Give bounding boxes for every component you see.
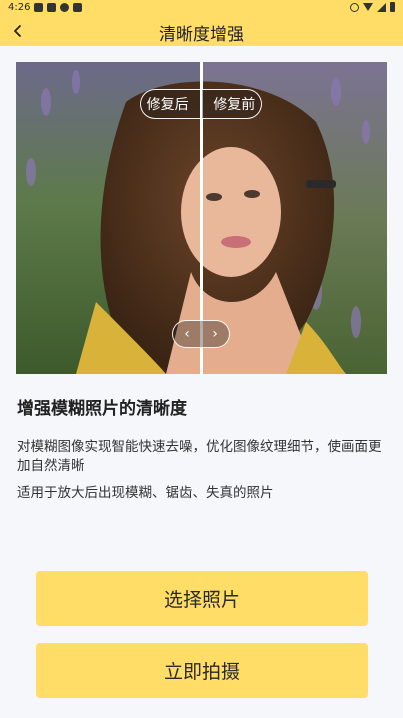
vibrate-icon bbox=[350, 2, 359, 12]
take-photo-button[interactable]: 立即拍摄 bbox=[36, 643, 368, 698]
app-bar: 清晰度增强 bbox=[0, 16, 403, 46]
select-photo-button[interactable]: 选择照片 bbox=[36, 571, 368, 626]
feature-title: 增强模糊照片的清晰度 bbox=[17, 399, 187, 419]
before-label: 修复前 bbox=[213, 97, 256, 113]
status-system-icons bbox=[350, 2, 395, 12]
after-label: 修复后 bbox=[146, 97, 189, 113]
bug-icon bbox=[73, 3, 82, 12]
chevron-right-icon: › bbox=[212, 326, 218, 342]
signal-icon bbox=[377, 2, 386, 12]
status-time: 4:26 bbox=[8, 2, 31, 13]
wifi-icon bbox=[363, 3, 373, 11]
app-notification-icon bbox=[47, 3, 56, 12]
feature-applicability: 适用于放大后出现模糊、锯齿、失真的照片 bbox=[17, 485, 274, 501]
status-notification-icons bbox=[34, 3, 82, 12]
comparison-image[interactable]: 修复后 修复前 ‹ › bbox=[16, 62, 387, 374]
page-title: 清晰度增强 bbox=[159, 25, 244, 45]
chat-notification-icon bbox=[60, 3, 69, 12]
feature-description: 对模糊图像实现智能快速去噪，优化图像纹理细节，使画面更加自然清晰 bbox=[17, 439, 382, 474]
battery-icon bbox=[390, 2, 395, 12]
status-bar: 4:26 bbox=[0, 0, 403, 16]
comparison-slider-handle[interactable]: ‹ › bbox=[172, 320, 230, 348]
label-separator bbox=[199, 89, 202, 119]
chevron-left-icon: ‹ bbox=[184, 326, 190, 342]
comparison-labels: 修复后 修复前 bbox=[140, 89, 262, 119]
notification-icon bbox=[34, 3, 43, 12]
